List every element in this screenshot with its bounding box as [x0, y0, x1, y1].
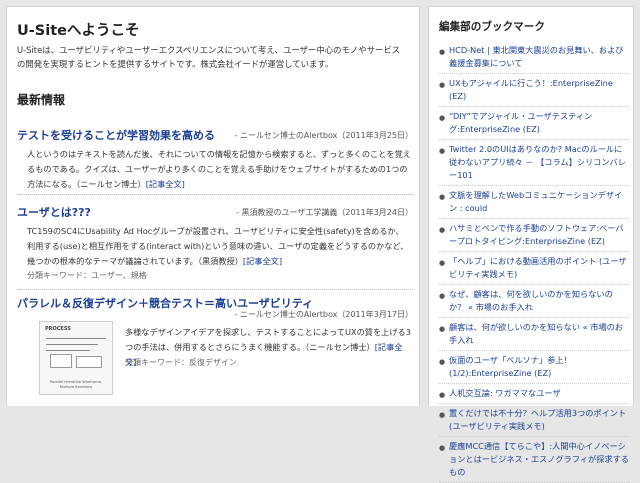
bookmark-link[interactable]: ハサミとペンで作る手動のソフトウェア:ペーパープロトタイピング:Enterpri… — [449, 223, 624, 246]
thumbnail-caption: Parallel+Iterative Wireframe, Multiple i… — [49, 380, 103, 389]
article-title-link[interactable]: ユーザとは??? — [17, 204, 91, 220]
news-heading: 最新情報 — [17, 93, 66, 107]
bookmark-item[interactable]: ● “DIY”でアジャイル・ユーザテスティング:EnterpriseZine (E… — [439, 107, 629, 140]
bullet-icon: ● — [439, 325, 446, 333]
bookmark-list: ● HCD-Net | 東北関東大震災のお見舞い、および義援金募集について ● UX… — [439, 41, 629, 483]
main-content: U-Siteへようこそ U-Siteは、ユーザビリティやユーザーエクスペリエンス… — [6, 6, 420, 406]
bookmark-item[interactable]: ● HCD-Net | 東北関東大震災のお見舞い、および義援金募集について — [439, 41, 629, 74]
bullet-icon: ● — [439, 358, 446, 366]
bullet-icon: ● — [439, 259, 446, 267]
article-summary-text: 人というのはテキストを読んだ後、それについての情報を記憶から検索すると、ずっと多… — [27, 149, 411, 189]
bookmark-item[interactable]: ● 顧客は、何が欲しいのかを知らない « 市場のお手入れ — [439, 318, 629, 351]
bookmark-item[interactable]: ● 文脈を理解したWebコミュニケーションデザイン : could — [439, 186, 629, 219]
bullet-icon: ● — [439, 444, 446, 452]
article-summary-text: TC159のSC4にUsability Ad Hocグループが設置され、ユーザビ… — [27, 226, 409, 266]
article-meta: - ニールセン博士のAlertbox（2011年3月25日） — [234, 131, 413, 140]
welcome-title: U-Siteへようこそ — [17, 23, 140, 39]
process-diagram-icon — [46, 334, 106, 370]
bookmark-link[interactable]: 仮面のユーザ「ペルソナ」参上！ (1/2):EnterpriseZine (EZ… — [449, 355, 572, 378]
bullet-icon: ● — [439, 48, 446, 56]
site-intro: U-Siteは、ユーザビリティやユーザーエクスペリエンスについて考え、ユーザー中… — [17, 45, 401, 69]
bookmark-link[interactable]: Twitter 2.0のUIはありなのか? Macのルールに従わないアプリ続々 … — [449, 144, 626, 180]
article-title-link[interactable]: テストを受けることが学習効果を高める — [17, 127, 215, 143]
read-more-link[interactable]: [記事全文] — [146, 179, 185, 189]
bookmark-sidebar: 編集部のブックマーク ● HCD-Net | 東北関東大震災のお見舞い、および義援… — [428, 6, 634, 483]
bookmark-link[interactable]: 顧客は、何が欲しいのかを知らない « 市場のお手入れ — [449, 322, 623, 345]
bullet-icon: ● — [439, 391, 446, 399]
bookmark-link[interactable]: “DIY”でアジャイル・ユーザテスティング:EnterpriseZine (EZ… — [449, 111, 592, 134]
bookmark-link[interactable]: 人机交互論: ワガママなユーザ — [449, 388, 561, 398]
bullet-icon: ● — [439, 81, 446, 89]
divider — [17, 289, 413, 290]
bookmark-item[interactable]: ● なぜ、顧客は、何を欲しいのかを知らないのか？ « 市場のお手入れ — [439, 285, 629, 318]
category-keywords: 分類キーワード：ユーザー、規格 — [27, 271, 147, 280]
bookmark-item[interactable]: ● Twitter 2.0のUIはありなのか? Macのルールに従わないアプリ続々… — [439, 140, 629, 186]
bookmark-item[interactable]: ● 人机交互論: ワガママなユーザ — [439, 384, 629, 404]
bookmark-link[interactable]: 文脈を理解したWebコミュニケーションデザイン : could — [449, 190, 622, 213]
bullet-icon: ● — [439, 147, 446, 155]
article-meta: - 黒須教授のユーザ工学講義（2011年3月24日） — [236, 208, 413, 217]
article-meta: - ニールセン博士のAlertbox（2011年3月17日） — [234, 310, 413, 319]
bookmark-link[interactable]: なぜ、顧客は、何を欲しいのかを知らないのか？ « 市場のお手入れ — [449, 289, 613, 312]
bookmark-item[interactable]: ● 置くだけでは不十分？ヘルプ活用3つのポイント (ユーザビリティ実践メモ) — [439, 404, 629, 437]
thumbnail-label: PROCESS — [45, 326, 71, 332]
bullet-icon: ● — [439, 226, 446, 234]
bookmark-item[interactable]: ● 慶應MCC通信【てらこや】:人間中心イノベーションとはービジネス・エスノグラフ… — [439, 437, 629, 483]
bookmark-link[interactable]: UXもアジャイルに行こう！:EnterpriseZine (EZ) — [449, 78, 613, 101]
bullet-icon: ● — [439, 193, 446, 201]
bullet-icon: ● — [439, 114, 446, 122]
bullet-icon: ● — [439, 292, 446, 300]
bullet-icon: ● — [439, 411, 446, 419]
article-summary-text: 多様なデザインアイデアを探求し、テストすることによってUXの質を上げる3つの手法… — [125, 327, 411, 352]
divider — [17, 194, 413, 195]
bookmark-link[interactable]: 置くだけでは不十分？ヘルプ活用3つのポイント (ユーザビリティ実践メモ) — [449, 408, 626, 431]
bookmark-link[interactable]: HCD-Net | 東北関東大震災のお見舞い、および義援金募集について — [449, 45, 623, 68]
bookmark-item[interactable]: ● 「ヘルプ」における動画活用のポイント (ユーザビリティ実践メモ) — [439, 252, 629, 285]
article-summary: TC159のSC4にUsability Ad Hocグループが設置され、ユーザビ… — [27, 224, 411, 269]
bookmark-link[interactable]: 慶應MCC通信【てらこや】:人間中心イノベーションとはービジネス・エスノグラフィ… — [449, 441, 629, 477]
bookmark-item[interactable]: ● UXもアジャイルに行こう！:EnterpriseZine (EZ) — [439, 74, 629, 107]
bookmarks-title: 編集部のブックマーク — [439, 21, 545, 33]
article-summary: 人というのはテキストを読んだ後、それについての情報を記憶から検索すると、ずっと多… — [27, 147, 411, 192]
read-more-link[interactable]: [記事全文] — [243, 256, 282, 266]
bookmark-item[interactable]: ● ハサミとペンで作る手動のソフトウェア:ペーパープロトタイピング:Enterpr… — [439, 219, 629, 252]
article-thumbnail[interactable]: PROCESS Parallel+Iterative Wireframe, Mu… — [39, 321, 113, 395]
bookmark-link[interactable]: 「ヘルプ」における動画活用のポイント (ユーザビリティ実践メモ) — [449, 256, 627, 279]
category-keywords: 分類キーワード：反復デザイン — [125, 358, 237, 367]
bookmark-item[interactable]: ● 仮面のユーザ「ペルソナ」参上！ (1/2):EnterpriseZine (E… — [439, 351, 629, 384]
